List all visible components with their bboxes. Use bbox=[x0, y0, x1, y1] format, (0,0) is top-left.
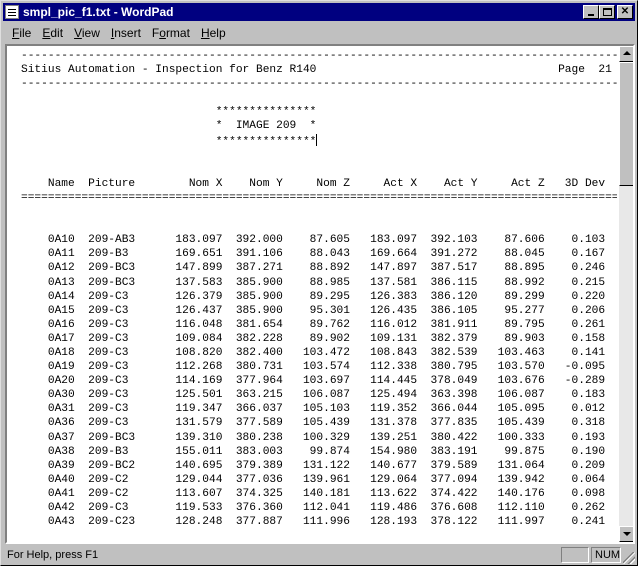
minimize-icon bbox=[588, 14, 594, 16]
image-banner-label: * IMAGE 209 * bbox=[215, 120, 317, 133]
table-row: 0A38 209-B3 155.011 383.003 99.874 154.9… bbox=[47, 445, 606, 458]
status-num-indicator: NUM bbox=[591, 547, 621, 563]
scroll-up-arrow-icon[interactable] bbox=[619, 46, 633, 62]
scrollbar-thumb[interactable] bbox=[619, 62, 633, 186]
minimize-button[interactable] bbox=[583, 5, 599, 19]
title-bar[interactable]: smpl_pic_f1.txt - WordPad ✕ bbox=[3, 3, 635, 21]
menu-help[interactable]: Help bbox=[196, 26, 232, 40]
table-row: 0A20 209-C3 114.169 377.964 103.697 114.… bbox=[47, 375, 606, 388]
close-icon: ✕ bbox=[620, 6, 630, 17]
header-rule-bottom: ----------------------------------------… bbox=[21, 78, 617, 91]
document-text[interactable]: ----------------------------------------… bbox=[7, 46, 617, 529]
table-row: 0A37 209-BC3 139.310 380.238 100.329 139… bbox=[47, 431, 606, 444]
wordpad-document-icon[interactable] bbox=[5, 5, 19, 19]
status-pane-blank bbox=[561, 547, 589, 563]
table-row: 0A10 209-AB3 183.097 392.000 87.605 183.… bbox=[47, 234, 606, 247]
column-headers: Name Picture Nom X Nom Y Nom Z Act X Act… bbox=[47, 177, 606, 190]
table-row: 0A30 209-C3 125.501 363.215 106.087 125.… bbox=[47, 389, 606, 402]
header-rule-top: ----------------------------------------… bbox=[21, 50, 617, 62]
table-row: 0A12 209-BC3 147.899 387.271 88.892 147.… bbox=[47, 262, 606, 275]
table-row: 0A13 209-BC3 137.583 385.900 88.985 137.… bbox=[47, 276, 606, 289]
scroll-down-arrow-icon[interactable] bbox=[619, 526, 633, 542]
text-caret bbox=[316, 133, 318, 146]
table-row: 0A39 209-BC2 140.695 379.389 131.122 140… bbox=[47, 459, 606, 472]
header-rule-equal: ========================================… bbox=[21, 191, 617, 204]
table-row: 0A17 209-C3 109.084 382.228 89.902 109.1… bbox=[47, 332, 606, 345]
image-banner-top: *************** bbox=[215, 106, 317, 119]
table-row: 0A19 209-C3 112.268 380.731 103.574 112.… bbox=[47, 361, 606, 374]
status-help-text: For Help, press F1 bbox=[7, 549, 99, 561]
wordpad-window: smpl_pic_f1.txt - WordPad ✕ File Edit Vi… bbox=[0, 0, 638, 566]
status-bar: For Help, press F1 NUM bbox=[3, 546, 635, 564]
table-row: 0A11 209-B3 169.651 391.106 88.043 169.6… bbox=[47, 248, 606, 261]
table-row: 0A16 209-C3 116.048 381.654 89.762 116.0… bbox=[47, 318, 606, 331]
menu-insert[interactable]: Insert bbox=[106, 26, 147, 40]
menu-bar: File Edit View Insert Format Help bbox=[3, 23, 635, 42]
menu-file[interactable]: File bbox=[7, 26, 37, 40]
table-row: 0A31 209-C3 119.347 366.037 105.103 119.… bbox=[47, 403, 606, 416]
report-header: Sitius Automation - Inspection for Benz … bbox=[21, 64, 612, 77]
table-row: 0A15 209-C3 126.437 385.900 95.301 126.4… bbox=[47, 304, 606, 317]
table-row: 0A43 209-C23 128.248 377.887 111.996 128… bbox=[47, 516, 606, 529]
menu-view[interactable]: View bbox=[69, 26, 106, 40]
table-row: 0A14 209-C3 126.379 385.900 89.295 126.3… bbox=[47, 290, 606, 303]
document-frame: ----------------------------------------… bbox=[5, 44, 635, 544]
image-banner-bottom: *************** bbox=[21, 133, 318, 148]
window-title: smpl_pic_f1.txt - WordPad bbox=[23, 5, 174, 19]
document-editor[interactable]: ----------------------------------------… bbox=[7, 46, 617, 542]
resize-grip-icon[interactable] bbox=[623, 552, 635, 564]
vertical-scrollbar[interactable] bbox=[619, 46, 633, 542]
table-row: 0A18 209-C3 108.820 382.400 103.472 108.… bbox=[47, 346, 606, 359]
table-row: 0A40 209-C2 129.044 377.036 139.961 129.… bbox=[47, 473, 606, 486]
table-row: 0A41 209-C2 113.607 374.325 140.181 113.… bbox=[47, 487, 606, 500]
maximize-icon bbox=[602, 8, 612, 16]
menu-format[interactable]: Format bbox=[147, 26, 196, 40]
close-button[interactable]: ✕ bbox=[617, 5, 633, 19]
table-row: 0A36 209-C3 131.579 377.589 105.439 131.… bbox=[47, 417, 606, 430]
menu-edit[interactable]: Edit bbox=[37, 26, 69, 40]
table-row: 0A42 209-C3 119.533 376.360 112.041 119.… bbox=[47, 502, 606, 514]
maximize-button[interactable] bbox=[599, 5, 615, 19]
